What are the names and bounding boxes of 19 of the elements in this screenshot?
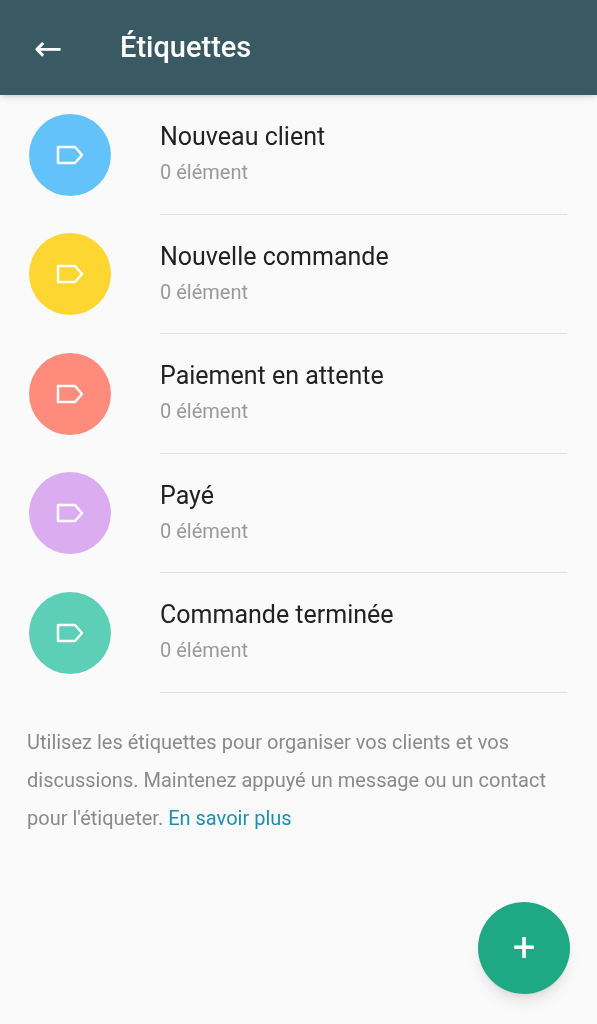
label-row[interactable]: Payé 0 élément <box>0 453 597 573</box>
label-name: Payé <box>160 479 215 512</box>
label-row[interactable]: Commande terminée 0 élément <box>0 573 597 693</box>
back-button[interactable]: ← <box>30 27 66 68</box>
help-text: Utilisez les étiquettes pour organiser vos clients et vos discussions. Maintenez appuyé un message ou un contact pour l'étiqueter. En savoir plus <box>27 728 547 832</box>
learn-more-link[interactable]: En savoir plus <box>168 805 292 830</box>
label-count: 0 élément <box>160 398 249 426</box>
page-title: Étiquettes <box>120 28 252 66</box>
label-count: 0 élément <box>160 517 249 545</box>
label-name: Paiement en attente <box>160 360 385 393</box>
label-count: 0 élément <box>160 159 249 187</box>
label-row[interactable]: Nouveau client 0 élément <box>0 95 597 215</box>
label-name: Nouveau client <box>160 121 327 154</box>
label-name: Commande terminée <box>160 599 395 632</box>
label-row[interactable]: Paiement en attente 0 élément <box>0 334 597 454</box>
label-count: 0 élément <box>160 278 249 306</box>
label-name: Nouvelle commande <box>160 240 390 273</box>
label-row[interactable]: Nouvelle commande 0 élément <box>0 214 597 334</box>
label-count: 0 élément <box>160 637 249 665</box>
